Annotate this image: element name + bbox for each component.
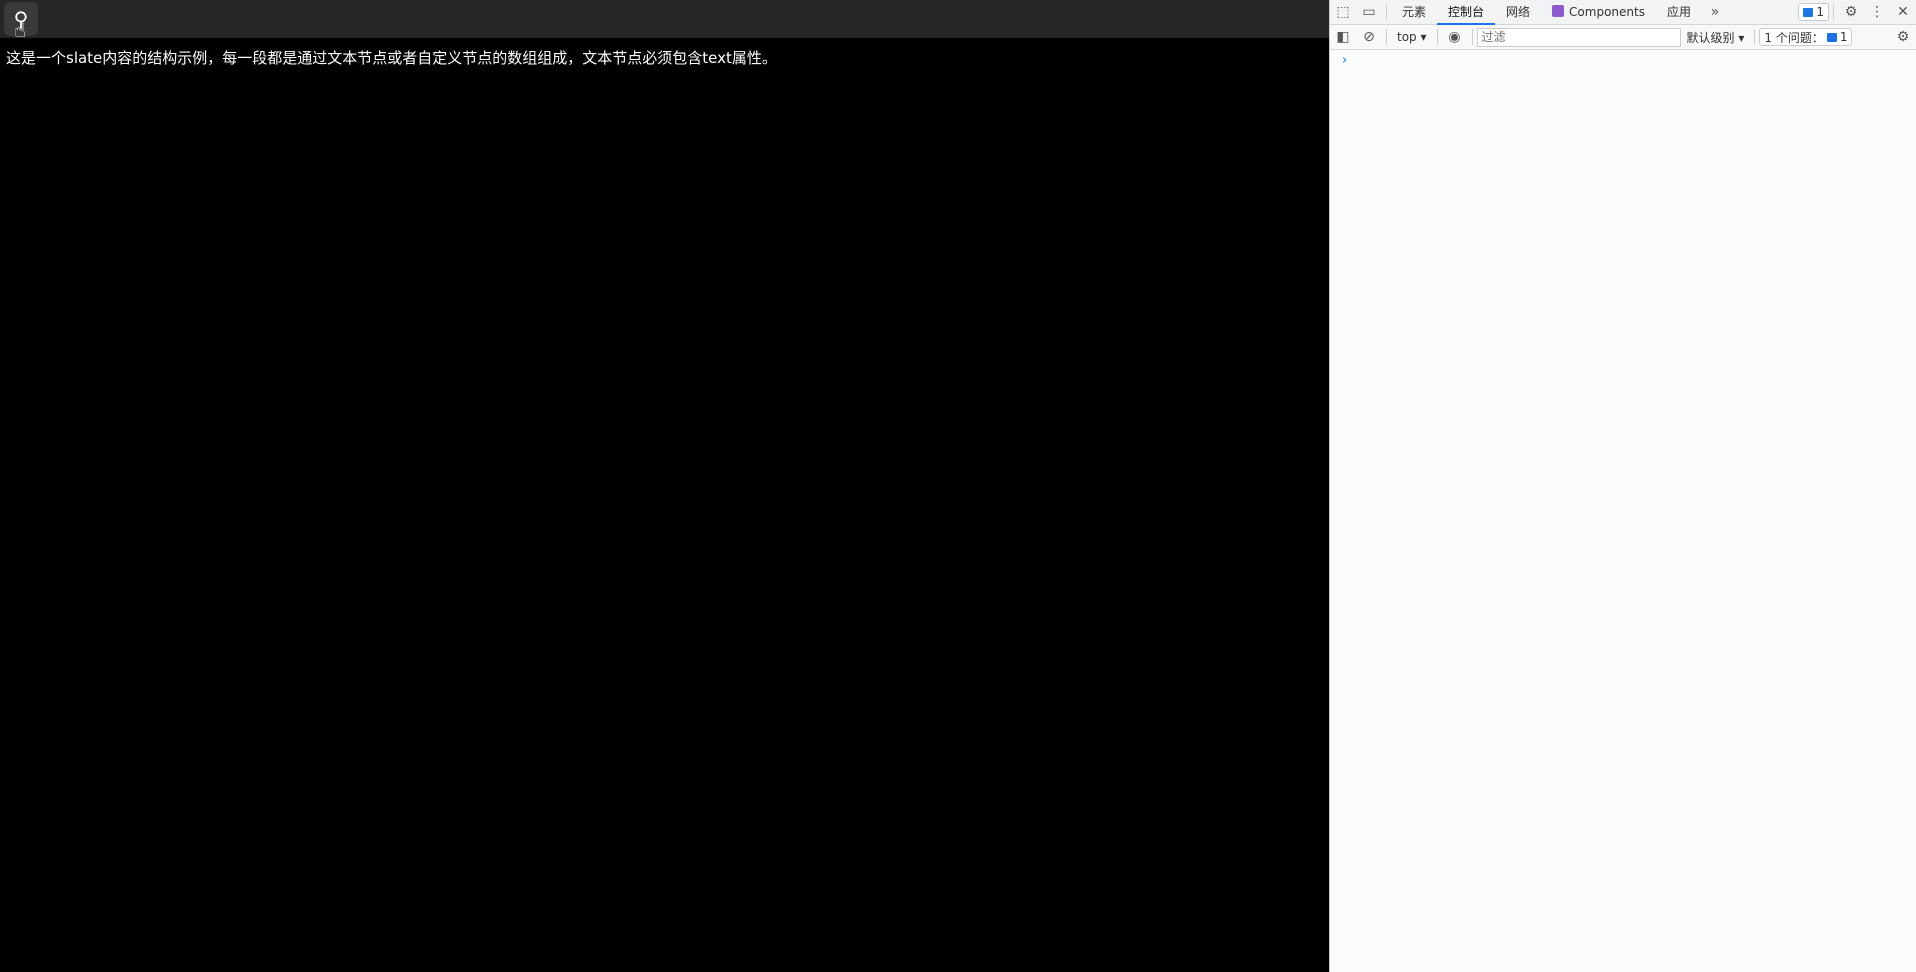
divider bbox=[1386, 4, 1387, 20]
message-icon bbox=[1803, 8, 1813, 17]
tab-components[interactable]: Components bbox=[1541, 0, 1656, 25]
clear-console-icon[interactable]: ⊘ bbox=[1356, 25, 1382, 49]
eye-icon[interactable]: ◉ bbox=[1442, 25, 1468, 49]
close-icon[interactable]: ✕ bbox=[1890, 0, 1916, 24]
console-prompt[interactable]: › bbox=[1330, 50, 1916, 71]
issues-count: 1 bbox=[1816, 5, 1824, 19]
divider bbox=[1833, 4, 1834, 20]
issues-button[interactable]: 1 bbox=[1798, 3, 1829, 21]
divider bbox=[1386, 29, 1387, 45]
device-toggle-icon[interactable]: ▭ bbox=[1356, 0, 1382, 24]
context-select[interactable]: top ▾ bbox=[1391, 30, 1433, 44]
more-options-icon[interactable]: ⋮ bbox=[1864, 0, 1890, 24]
settings-gear-icon[interactable]: ⚙ bbox=[1838, 0, 1864, 24]
tab-components-label: Components bbox=[1569, 5, 1645, 19]
page-viewport: ⚲ ☝ 这是一个slate内容的结构示例，每一段都是通过文本节点或者自定义节点的… bbox=[0, 0, 1329, 972]
console-settings-icon[interactable]: ⚙ bbox=[1890, 25, 1916, 49]
log-level-value: 默认级别 bbox=[1687, 31, 1735, 45]
filter-input[interactable] bbox=[1477, 28, 1681, 47]
issues-label: 1 个问题： bbox=[1764, 29, 1823, 46]
divider bbox=[1754, 29, 1755, 45]
top-bar: ⚲ ☝ bbox=[0, 0, 1329, 38]
more-tabs-button[interactable]: » bbox=[1702, 0, 1728, 24]
console-toolbar: ◧ ⊘ top ▾ ◉ 默认级别 ▾ 1 个问题： 1 ⚙ bbox=[1330, 25, 1916, 50]
divider bbox=[1437, 29, 1438, 45]
issues-badge: 1 bbox=[1840, 30, 1848, 44]
tab-console[interactable]: 控制台 bbox=[1437, 0, 1495, 25]
context-value: top bbox=[1397, 30, 1417, 44]
page-text: 这是一个slate内容的结构示例，每一段都是通过文本节点或者自定义节点的数组组成… bbox=[0, 38, 1329, 77]
inspect-element-icon[interactable]: ⬚ bbox=[1330, 0, 1356, 24]
sidebar-toggle-icon[interactable]: ◧ bbox=[1330, 25, 1356, 49]
tab-network[interactable]: 网络 bbox=[1495, 0, 1541, 25]
issues-summary-button[interactable]: 1 个问题： 1 bbox=[1759, 28, 1852, 46]
tab-elements[interactable]: 元素 bbox=[1391, 0, 1437, 25]
tab-application[interactable]: 应用 bbox=[1656, 0, 1702, 25]
message-icon bbox=[1827, 33, 1837, 42]
react-icon bbox=[1552, 5, 1564, 17]
devtools-tabbar: ⬚ ▭ 元素 控制台 网络 Components 应用 » 1 ⚙ ⋮ ✕ bbox=[1330, 0, 1916, 25]
devtools-panel: ⬚ ▭ 元素 控制台 网络 Components 应用 » 1 ⚙ ⋮ ✕ ◧ … bbox=[1329, 0, 1916, 972]
log-level-select[interactable]: 默认级别 ▾ bbox=[1681, 29, 1751, 46]
divider bbox=[1472, 29, 1473, 45]
hand-cursor-icon: ☝ bbox=[14, 18, 26, 42]
